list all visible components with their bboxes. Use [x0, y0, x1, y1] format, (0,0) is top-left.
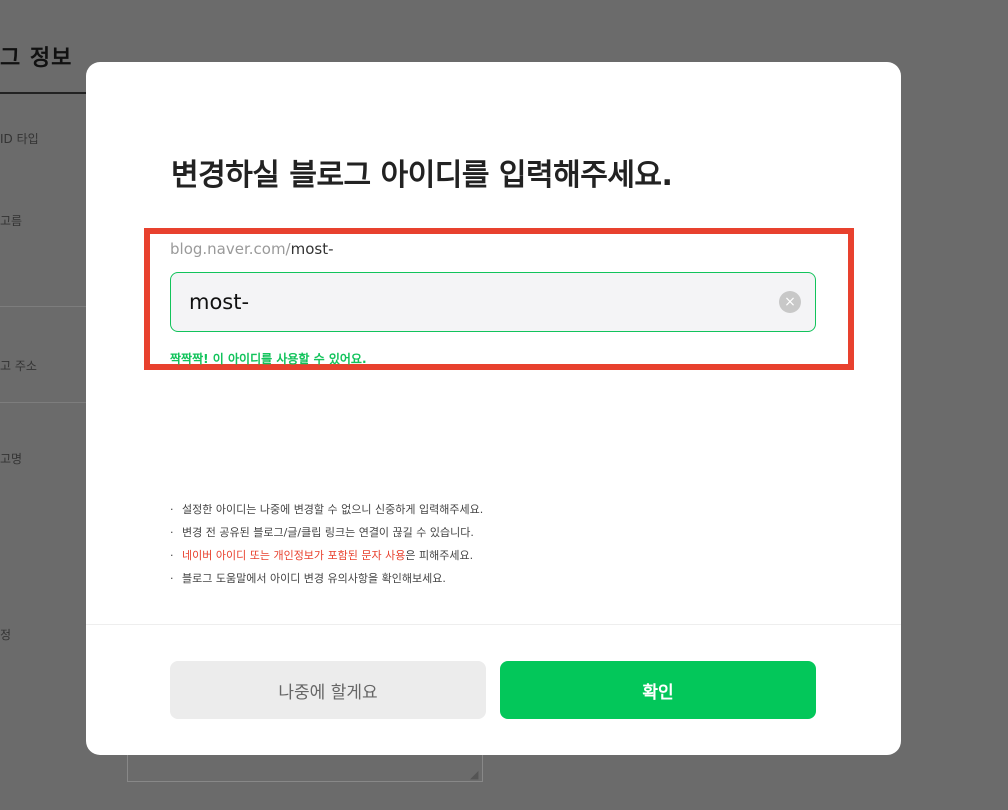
bullet-icon: ·	[170, 549, 174, 562]
dialog-title: 변경하실 블로그 아이디를 입력해주세요.	[171, 158, 673, 193]
notice-item: · 설정한 아이디는 나중에 변경할 수 없으니 신중하게 입력해주세요.	[170, 498, 830, 521]
notice-list: · 설정한 아이디는 나중에 변경할 수 없으니 신중하게 입력해주세요. · 변경…	[170, 498, 830, 590]
blog-id-field: ×	[170, 272, 816, 332]
background-row-divider	[0, 402, 86, 403]
background-label-other: 정	[0, 628, 12, 642]
change-id-dialog: 변경하실 블로그 아이디를 입력해주세요. blog.naver.com/mos…	[86, 62, 901, 755]
bullet-icon: ·	[170, 572, 174, 585]
url-prefix: blog.naver.com/	[170, 240, 291, 258]
dialog-divider	[86, 624, 901, 625]
background-section-title: 그 정보	[0, 46, 73, 71]
background-label-address: 고 주소	[0, 359, 37, 373]
notice-item: · 네이버 아이디 또는 개인정보가 포함된 문자 사용은 피해주세요.	[170, 544, 830, 567]
notice-warning-text: 네이버 아이디 또는 개인정보가 포함된 문자 사용	[182, 549, 406, 562]
background-row-divider	[0, 306, 86, 307]
bullet-icon: ·	[170, 503, 174, 516]
notice-text: 설정한 아이디는 나중에 변경할 수 없으니 신중하게 입력해주세요.	[182, 503, 484, 516]
notice-item: · 블로그 도움말에서 아이디 변경 유의사항을 확인해보세요.	[170, 567, 830, 590]
notice-item: · 변경 전 공유된 블로그/글/클립 링크는 연결이 끊길 수 있습니다.	[170, 521, 830, 544]
url-id-value: most-	[290, 240, 334, 258]
background-title-underline	[0, 92, 86, 94]
background-textarea	[127, 752, 483, 782]
id-available-message: 짝짝짝! 이 아이디를 사용할 수 있어요.	[170, 352, 367, 366]
blog-url-preview: blog.naver.com/most-	[170, 240, 334, 258]
notice-text: 변경 전 공유된 블로그/글/클립 링크는 연결이 끊길 수 있습니다.	[182, 526, 474, 539]
background-label-blog-name: 고명	[0, 452, 23, 466]
bullet-icon: ·	[170, 526, 174, 539]
blog-id-input[interactable]	[189, 273, 749, 330]
clear-circle-icon[interactable]: ×	[779, 291, 801, 313]
background-label-name: 고름	[0, 214, 23, 228]
later-button[interactable]: 나중에 할게요	[170, 661, 486, 719]
resize-handle-icon: ◢	[470, 768, 479, 781]
background-label-id-type: ID 타입	[0, 132, 39, 146]
notice-text: 은 피해주세요.	[405, 549, 474, 562]
confirm-button[interactable]: 확인	[500, 661, 816, 719]
notice-text: 블로그 도움말에서 아이디 변경 유의사항을 확인해보세요.	[182, 572, 446, 585]
